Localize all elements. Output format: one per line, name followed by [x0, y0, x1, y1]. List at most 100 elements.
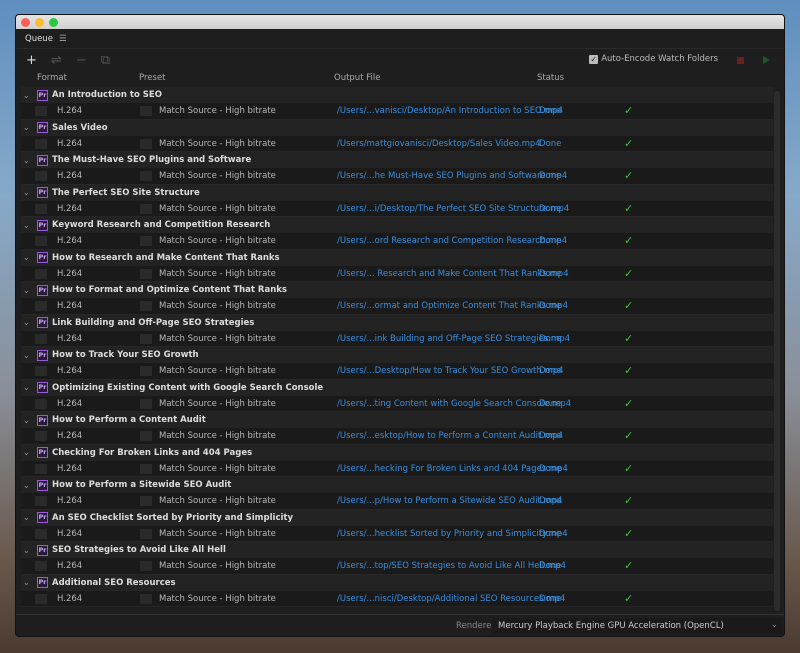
format-dropdown[interactable] — [35, 171, 47, 181]
output-row[interactable]: H.264 Match Source - High bitrate /Users… — [21, 265, 773, 282]
output-file-link[interactable]: /Users/...Desktop/How to Track Your SEO … — [337, 366, 564, 376]
format-dropdown[interactable] — [35, 203, 47, 214]
hamburger-icon[interactable]: ☰ — [59, 34, 67, 44]
remove-button[interactable]: − — [76, 53, 87, 68]
format-dropdown[interactable] — [35, 463, 47, 474]
chevron-down-icon[interactable]: ⌄ — [23, 123, 33, 132]
format-dropdown[interactable] — [35, 496, 47, 506]
format-dropdown[interactable] — [35, 431, 47, 441]
preset-value[interactable]: Match Source - High bitrate — [159, 171, 276, 181]
output-file-link[interactable]: /Users/...ink Building and Off-Page SEO … — [337, 334, 570, 344]
format-dropdown[interactable] — [35, 268, 47, 279]
format-value[interactable]: H.264 — [57, 561, 82, 571]
format-value[interactable]: H.264 — [57, 171, 82, 181]
preset-value[interactable]: Match Source - High bitrate — [159, 464, 276, 474]
chevron-down-icon[interactable]: ⌄ — [23, 416, 33, 425]
chevron-down-icon[interactable]: ⌄ — [23, 286, 33, 295]
format-dropdown[interactable] — [35, 593, 47, 604]
format-value[interactable]: H.264 — [57, 269, 82, 279]
format-dropdown[interactable] — [35, 236, 47, 246]
source-row[interactable]: ⌄ Pr Additional SEO Resources — [21, 574, 773, 591]
preset-value[interactable]: Match Source - High bitrate — [159, 496, 276, 506]
output-file-link[interactable]: /Users/...hecking For Broken Links and 4… — [337, 464, 568, 474]
queue-item[interactable]: ⌄ Pr The Perfect SEO Site Structure H.26… — [21, 184, 773, 217]
output-row[interactable]: H.264 Match Source - High bitrate /Users… — [21, 168, 773, 185]
queue-item[interactable]: ⌄ Pr The Must-Have SEO Plugins and Softw… — [21, 152, 773, 185]
format-dropdown[interactable] — [35, 366, 47, 376]
output-row[interactable]: H.264 Match Source - High bitrate /Users… — [21, 363, 773, 380]
output-row[interactable]: H.264 Match Source - High bitrate /Users… — [21, 428, 773, 445]
output-file-link[interactable]: /Users/...ord Research and Competition R… — [337, 236, 567, 246]
queue-item[interactable]: ⌄ Pr How to Perform a Sitewide SEO Audit… — [21, 477, 773, 510]
output-row[interactable]: H.264 Match Source - High bitrate /Users… — [21, 298, 773, 315]
chevron-down-icon[interactable]: ⌄ — [23, 91, 33, 100]
preset-dropdown[interactable] — [140, 398, 152, 409]
format-value[interactable]: H.264 — [57, 204, 82, 214]
preset-value[interactable]: Match Source - High bitrate — [159, 334, 276, 344]
output-file-link[interactable]: /Users/...top/SEO Strategies to Avoid Li… — [337, 561, 566, 571]
column-output-file[interactable]: Output File — [334, 73, 380, 83]
queue-title[interactable]: Queue — [25, 34, 53, 44]
queue-item[interactable]: ⌄ Pr How to Perform a Content Audit H.26… — [21, 412, 773, 445]
renderer-select[interactable]: Mercury Playback Engine GPU Acceleration… — [492, 618, 782, 634]
column-preset[interactable]: Preset — [139, 73, 166, 83]
chevron-down-icon[interactable]: ⌄ — [23, 318, 33, 327]
preset-dropdown[interactable] — [140, 593, 152, 604]
format-value[interactable]: H.264 — [57, 139, 82, 149]
source-row[interactable]: ⌄ Pr Optimizing Existing Content with Go… — [21, 379, 773, 396]
queue-item[interactable]: ⌄ Pr Optimizing Existing Content with Go… — [21, 379, 773, 412]
preset-dropdown[interactable] — [140, 138, 152, 149]
output-row[interactable]: H.264 Match Source - High bitrate /Users… — [21, 460, 773, 477]
output-file-link[interactable]: /Users/...vanisci/Desktop/An Introductio… — [337, 106, 563, 116]
chevron-down-icon[interactable]: ⌄ — [23, 253, 33, 262]
preset-value[interactable]: Match Source - High bitrate — [159, 529, 276, 539]
output-file-link[interactable]: /Users/... Research and Make Content Tha… — [337, 269, 569, 279]
preset-value[interactable]: Match Source - High bitrate — [159, 204, 276, 214]
format-value[interactable]: H.264 — [57, 236, 82, 246]
preset-dropdown[interactable] — [140, 236, 152, 246]
preset-dropdown[interactable] — [140, 333, 152, 344]
output-file-link[interactable]: /Users/...nisci/Desktop/Additional SEO R… — [337, 594, 565, 604]
preset-dropdown[interactable] — [140, 561, 152, 571]
format-value[interactable]: H.264 — [57, 594, 82, 604]
auto-encode-checkbox[interactable]: ✓ Auto-Encode Watch Folders — [589, 54, 718, 64]
preset-dropdown[interactable] — [140, 431, 152, 441]
preset-value[interactable]: Match Source - High bitrate — [159, 236, 276, 246]
chevron-down-icon[interactable]: ⌄ — [23, 513, 33, 522]
scrollbar[interactable] — [774, 91, 780, 611]
source-row[interactable]: ⌄ Pr The Perfect SEO Site Structure — [21, 184, 773, 201]
preset-dropdown[interactable] — [140, 463, 152, 474]
format-dropdown[interactable] — [35, 301, 47, 311]
preset-value[interactable]: Match Source - High bitrate — [159, 366, 276, 376]
zoom-button[interactable] — [49, 17, 58, 27]
format-dropdown[interactable] — [35, 106, 47, 116]
output-row[interactable]: H.264 Match Source - High bitrate /Users… — [21, 330, 773, 347]
source-row[interactable]: ⌄ Pr An Introduction to SEO — [21, 87, 773, 103]
queue-item[interactable]: ⌄ Pr SEO Strategies to Avoid Like All He… — [21, 542, 773, 575]
chevron-down-icon[interactable]: ⌄ — [23, 481, 33, 490]
preset-dropdown[interactable] — [140, 528, 152, 539]
chevron-down-icon[interactable]: ⌄ — [23, 188, 33, 197]
format-dropdown[interactable] — [35, 398, 47, 409]
format-value[interactable]: H.264 — [57, 301, 82, 311]
preset-dropdown[interactable] — [140, 496, 152, 506]
preset-value[interactable]: Match Source - High bitrate — [159, 301, 276, 311]
queue-item[interactable]: ⌄ Pr Link Building and Off-Page SEO Stra… — [21, 314, 773, 347]
source-row[interactable]: ⌄ Pr How to Perform a Sitewide SEO Audit — [21, 477, 773, 493]
output-file-link[interactable]: /Users/...ting Content with Google Searc… — [337, 399, 571, 409]
preset-dropdown[interactable] — [140, 268, 152, 279]
duplicate-button[interactable]: ⧉ — [101, 53, 110, 68]
queue-item[interactable]: ⌄ Pr An Introduction to SEO H.264 Match … — [21, 87, 773, 120]
source-row[interactable]: ⌄ Pr Keyword Research and Competition Re… — [21, 217, 773, 233]
chevron-down-icon[interactable]: ⌄ — [23, 383, 33, 392]
chevron-down-icon[interactable]: ⌄ — [23, 351, 33, 360]
preset-dropdown[interactable] — [140, 301, 152, 311]
stop-queue-button[interactable] — [737, 57, 744, 64]
chevron-down-icon[interactable]: ⌄ — [23, 546, 33, 555]
preset-value[interactable]: Match Source - High bitrate — [159, 431, 276, 441]
close-button[interactable] — [21, 17, 30, 27]
preset-value[interactable]: Match Source - High bitrate — [159, 399, 276, 409]
format-dropdown[interactable] — [35, 561, 47, 571]
output-row[interactable]: H.264 Match Source - High bitrate /Users… — [21, 135, 773, 152]
queue-item[interactable]: ⌄ Pr How to Format and Optimize Content … — [21, 282, 773, 315]
